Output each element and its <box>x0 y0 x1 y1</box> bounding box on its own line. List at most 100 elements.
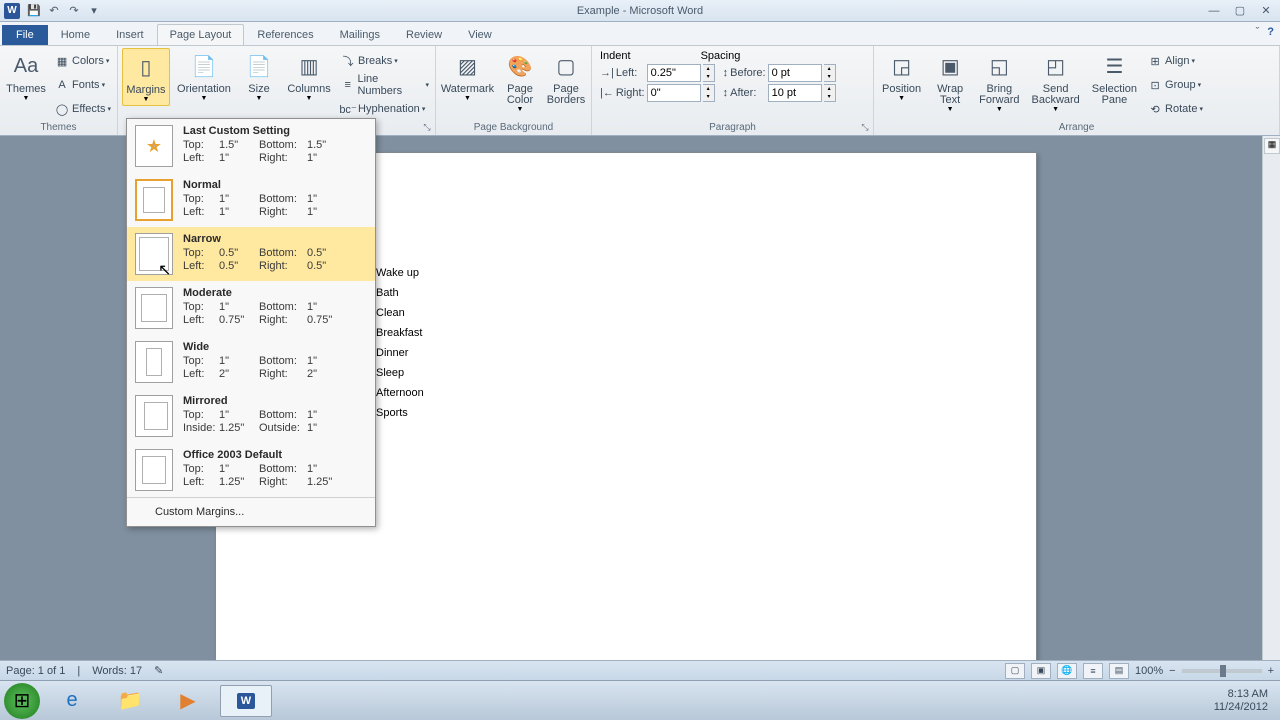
orientation-button[interactable]: 📄 Orientation ▼ <box>174 48 234 104</box>
group-page-background: Page Background <box>440 120 587 135</box>
margin-option-last custom setting[interactable]: ★ Last Custom Setting Top:1.5"Bottom:1.5… <box>127 119 375 173</box>
columns-button[interactable]: ▥ Columns ▼ <box>284 48 334 104</box>
indent-right-input[interactable]: 0" <box>647 84 701 102</box>
minimize-ribbon-icon[interactable]: ˇ <box>1256 26 1260 38</box>
margin-option-office 2003 default[interactable]: Office 2003 Default Top:1"Bottom:1" Left… <box>127 443 375 497</box>
view-outline[interactable]: ≡ <box>1083 663 1103 679</box>
margins-button[interactable]: ▯ Margins ▼ <box>122 48 170 106</box>
tab-file[interactable]: File <box>2 25 48 45</box>
proofing-icon[interactable]: ✎ <box>154 664 163 677</box>
spacing-before-icon: ↕ <box>723 67 729 79</box>
page-borders-button[interactable]: ▢Page Borders <box>545 48 587 108</box>
themes-button[interactable]: Aa Themes ▼ <box>4 48 48 104</box>
tab-view[interactable]: View <box>455 24 505 45</box>
indent-left-icon: →| <box>600 67 614 79</box>
position-button[interactable]: ◲Position▼ <box>878 48 925 104</box>
document-text[interactable]: Wake upBathCleanBreakfastDinnerSleepAfte… <box>376 263 424 423</box>
indent-left-spinner[interactable]: ▴▾ <box>703 64 715 82</box>
margin-option-wide[interactable]: Wide Top:1"Bottom:1" Left:2"Right:2" <box>127 335 375 389</box>
indent-right-spinner[interactable]: ▴▾ <box>703 84 715 102</box>
rotate-icon: ⟲ <box>1147 101 1163 117</box>
margins-icon: ▯ <box>130 51 162 83</box>
tab-page-layout[interactable]: Page Layout <box>157 24 245 45</box>
group-objects-button[interactable]: ⊡Group▾ <box>1145 74 1205 96</box>
page-setup-launcher[interactable]: ⤡ <box>421 121 433 133</box>
line-numbers-button[interactable]: ≡Line Numbers▾ <box>338 74 431 96</box>
tab-insert[interactable]: Insert <box>103 24 157 45</box>
tab-references[interactable]: References <box>244 24 326 45</box>
zoom-level[interactable]: 100% <box>1135 665 1163 677</box>
margin-preview-icon <box>135 395 173 437</box>
send-backward-button[interactable]: ◰Send Backward▼ <box>1027 48 1083 115</box>
help-icon[interactable]: ? <box>1267 26 1274 38</box>
redo-icon[interactable]: ↷ <box>64 2 84 20</box>
spacing-label: Spacing <box>701 50 741 62</box>
spacing-before-input[interactable]: 0 pt <box>768 64 822 82</box>
custom-margins-button[interactable]: Custom Margins... <box>127 497 375 526</box>
fonts-button[interactable]: AFonts▾ <box>52 74 113 96</box>
clock-date[interactable]: 11/24/2012 <box>1214 701 1268 714</box>
qat-customize-icon[interactable]: ▾ <box>84 2 104 20</box>
hyphenation-button[interactable]: bc⁻Hyphenation▾ <box>338 98 431 120</box>
group-paragraph: Paragraph <box>596 120 869 135</box>
spacing-after-spinner[interactable]: ▴▾ <box>824 84 836 102</box>
taskbar-word[interactable]: W <box>220 685 272 717</box>
margin-preview-icon <box>135 341 173 383</box>
page-color-button[interactable]: 🎨Page Color▼ <box>499 48 541 115</box>
vertical-scrollbar[interactable] <box>1262 136 1280 660</box>
close-button[interactable]: ✕ <box>1254 3 1278 19</box>
margin-option-mirrored[interactable]: Mirrored Top:1"Bottom:1" Inside:1.25"Out… <box>127 389 375 443</box>
margin-option-narrow[interactable]: Narrow Top:0.5"Bottom:0.5" Left:0.5"Righ… <box>127 227 375 281</box>
align-button[interactable]: ⊞Align▾ <box>1145 50 1205 72</box>
taskbar-ie[interactable]: e <box>46 685 98 717</box>
status-page[interactable]: Page: 1 of 1 <box>6 665 65 677</box>
view-web[interactable]: 🌐 <box>1057 663 1077 679</box>
columns-icon: ▥ <box>293 50 325 82</box>
breaks-button[interactable]: ⤵Breaks▾ <box>338 50 431 72</box>
rotate-button[interactable]: ⟲Rotate▾ <box>1145 98 1205 120</box>
group-themes: Themes <box>4 120 113 135</box>
hyphenation-icon: bc⁻ <box>340 101 356 117</box>
margin-preview-icon <box>135 287 173 329</box>
paragraph-launcher[interactable]: ⤡ <box>859 121 871 133</box>
effects-button[interactable]: ◯Effects▾ <box>52 98 113 120</box>
align-icon: ⊞ <box>1147 53 1163 69</box>
size-button[interactable]: 📄 Size ▼ <box>238 48 280 104</box>
status-words[interactable]: Words: 17 <box>92 665 142 677</box>
spacing-after-input[interactable]: 10 pt <box>768 84 822 102</box>
tab-review[interactable]: Review <box>393 24 455 45</box>
undo-icon[interactable]: ↶ <box>44 2 64 20</box>
margin-option-moderate[interactable]: Moderate Top:1"Bottom:1" Left:0.75"Right… <box>127 281 375 335</box>
view-print-layout[interactable]: ▢ <box>1005 663 1025 679</box>
zoom-in-button[interactable]: + <box>1268 665 1274 677</box>
taskbar-explorer[interactable]: 📁 <box>104 685 156 717</box>
margin-option-normal[interactable]: Normal Top:1"Bottom:1" Left:1"Right:1" <box>127 173 375 227</box>
view-draft[interactable]: ▤ <box>1109 663 1129 679</box>
watermark-button[interactable]: ▨Watermark▼ <box>440 48 495 104</box>
zoom-out-button[interactable]: − <box>1169 665 1175 677</box>
view-full-screen[interactable]: ▣ <box>1031 663 1051 679</box>
clock-time[interactable]: 8:13 AM <box>1214 688 1268 701</box>
tab-home[interactable]: Home <box>48 24 103 45</box>
spacing-before-spinner[interactable]: ▴▾ <box>824 64 836 82</box>
page-borders-icon: ▢ <box>550 50 582 82</box>
line-numbers-icon: ≡ <box>340 77 355 93</box>
ruler-toggle[interactable]: ▦ <box>1264 138 1280 154</box>
indent-right-icon: |← <box>600 87 614 99</box>
selection-pane-button[interactable]: ☰Selection Pane <box>1088 48 1141 108</box>
restore-button[interactable]: ▢ <box>1228 3 1252 19</box>
taskbar-media[interactable]: ▶ <box>162 685 214 717</box>
tab-mailings[interactable]: Mailings <box>327 24 393 45</box>
wrap-text-button[interactable]: ▣Wrap Text▼ <box>929 48 971 115</box>
spacing-after-icon: ↕ <box>723 87 729 99</box>
start-button[interactable]: ⊞ <box>4 683 40 719</box>
themes-icon: Aa <box>10 50 42 82</box>
zoom-slider[interactable] <box>1182 669 1262 673</box>
save-icon[interactable]: 💾 <box>24 2 44 20</box>
bring-forward-button[interactable]: ◱Bring Forward▼ <box>975 48 1023 115</box>
backward-icon: ◰ <box>1040 50 1072 82</box>
wrap-icon: ▣ <box>934 50 966 82</box>
minimize-button[interactable]: — <box>1202 3 1226 19</box>
indent-left-input[interactable]: 0.25" <box>647 64 701 82</box>
colors-button[interactable]: ▦Colors▾ <box>52 50 113 72</box>
